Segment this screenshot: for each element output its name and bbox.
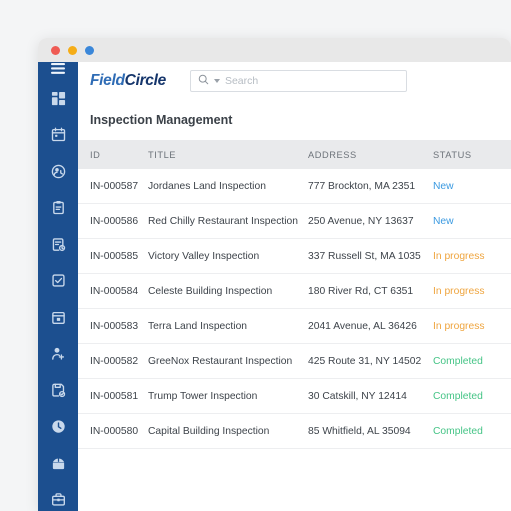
checkbox-icon <box>51 273 66 288</box>
logo-text-field: Field <box>90 72 125 89</box>
cell-id: IN-000583 <box>78 308 148 344</box>
chevron-down-icon[interactable] <box>213 79 220 83</box>
cell-id: IN-000587 <box>78 169 148 204</box>
sidebar-item-inspections[interactable] <box>38 263 78 300</box>
cell-id: IN-000585 <box>78 238 148 274</box>
sidebar-item-assets[interactable] <box>38 482 78 511</box>
cell-id: IN-000581 <box>78 378 148 414</box>
cell-status[interactable]: Completed <box>433 343 511 379</box>
sidebar-item-schedule[interactable] <box>38 153 78 190</box>
maximize-window-dot[interactable] <box>85 45 94 55</box>
cell-id: IN-000584 <box>78 273 148 309</box>
clock-icon <box>51 419 66 434</box>
calendar-box-icon <box>51 310 66 325</box>
cell-title: Victory Valley Inspection <box>148 238 308 274</box>
table-row[interactable]: IN-000581 Trump Tower Inspection 30 Catski… <box>78 378 511 414</box>
cell-title: Capital Building Inspection <box>148 413 308 449</box>
cell-address: 337 Russell St, MA 1035 <box>308 238 433 274</box>
table-row[interactable]: IN-000583 Terra Land Inspection 2041 Avenu… <box>78 308 511 344</box>
window-titlebar <box>38 38 511 62</box>
cell-status[interactable]: Completed <box>433 413 511 449</box>
cell-status[interactable]: New <box>433 169 511 204</box>
sidebar-item-timesheets[interactable] <box>38 409 78 446</box>
window-body: FieldCircle Inspection Management <box>38 62 511 511</box>
dashboard-grid-icon <box>51 91 66 106</box>
column-header-status[interactable]: STATUS <box>433 140 511 169</box>
sidebar-item-inventory[interactable] <box>38 445 78 482</box>
top-bar: FieldCircle <box>78 62 511 100</box>
cell-title: Celeste Building Inspection <box>148 273 308 309</box>
clipboard-icon <box>51 200 66 215</box>
cell-status[interactable]: Completed <box>433 378 511 414</box>
cell-address: 425 Route 31, NY 14502 <box>308 343 433 379</box>
cell-address: 30 Catskill, NY 12414 <box>308 378 433 414</box>
close-window-dot[interactable] <box>51 45 60 55</box>
column-header-id[interactable]: ID <box>78 140 148 169</box>
cell-id: IN-000586 <box>78 203 148 239</box>
cell-title: Jordanes Land Inspection <box>148 169 308 204</box>
main-content: FieldCircle Inspection Management <box>78 62 511 511</box>
cell-address: 85 Whitfield, AL 35094 <box>308 413 433 449</box>
hamburger-menu-icon <box>50 62 66 80</box>
cell-status[interactable]: New <box>433 203 511 239</box>
cell-title: GreeNox Restaurant Inspection <box>148 343 308 379</box>
logo-text-circle: Circle <box>124 72 167 89</box>
cell-address: 2041 Avenue, AL 36426 <box>308 308 433 344</box>
inspection-table-container: ID TITLE ADDRESS STATUS IN-000587 Jordane… <box>78 140 511 511</box>
sidebar-item-calendar[interactable] <box>38 117 78 154</box>
calendar-icon <box>51 127 66 142</box>
cell-title: Red Chilly Restaurant Inspection <box>148 203 308 239</box>
search-icon <box>198 72 209 90</box>
cell-status[interactable]: In progress <box>433 238 511 274</box>
table-body: IN-000587 Jordanes Land Inspection 777 Bro… <box>78 169 511 449</box>
cell-status[interactable]: In progress <box>433 273 511 309</box>
cell-id: IN-000582 <box>78 343 148 379</box>
table-header-row: ID TITLE ADDRESS STATUS <box>78 140 511 169</box>
column-header-address[interactable]: ADDRESS <box>308 140 433 169</box>
search-input[interactable] <box>224 75 399 87</box>
sidebar-item-work-orders[interactable] <box>38 190 78 227</box>
table-row[interactable]: IN-000586 Red Chilly Restaurant Inspectio… <box>78 203 511 239</box>
app-window: FieldCircle Inspection Management <box>38 38 511 511</box>
cell-status[interactable]: In progress <box>433 308 511 344</box>
page-title: Inspection Management <box>90 113 233 127</box>
cell-address: 250 Avenue, NY 13637 <box>308 203 433 239</box>
column-header-title[interactable]: TITLE <box>148 140 308 169</box>
clipboard-clock-icon <box>51 237 66 252</box>
cell-title: Trump Tower Inspection <box>148 378 308 414</box>
table-row[interactable]: IN-000580 Capital Building Inspection 85 W… <box>78 413 511 449</box>
search-bar[interactable] <box>189 70 407 92</box>
sidebar <box>38 62 78 511</box>
box-icon <box>51 456 66 471</box>
toolbox-icon <box>51 492 66 507</box>
cell-title: Terra Land Inspection <box>148 308 308 344</box>
table-row[interactable]: IN-000585 Victory Valley Inspection 337 Ru… <box>78 238 511 274</box>
sidebar-item-customers[interactable] <box>38 336 78 373</box>
sidebar-item-quotes[interactable] <box>38 372 78 409</box>
sidebar-item-requests[interactable] <box>38 226 78 263</box>
save-check-icon <box>51 383 66 398</box>
app-logo[interactable]: FieldCircle <box>90 72 166 90</box>
cell-address: 180 River Rd, CT 6351 <box>308 273 433 309</box>
sidebar-toggle-button[interactable] <box>38 62 78 80</box>
cell-id: IN-000580 <box>78 413 148 449</box>
table-row[interactable]: IN-000584 Celeste Building Inspection 180 … <box>78 273 511 309</box>
inspection-table: ID TITLE ADDRESS STATUS IN-000587 Jordane… <box>78 140 511 449</box>
sidebar-item-dashboard[interactable] <box>38 80 78 117</box>
user-clock-icon <box>51 164 66 179</box>
minimize-window-dot[interactable] <box>68 45 77 55</box>
table-header: ID TITLE ADDRESS STATUS <box>78 140 511 169</box>
table-row[interactable]: IN-000587 Jordanes Land Inspection 777 Bro… <box>78 169 511 204</box>
user-add-icon <box>51 346 66 361</box>
sidebar-item-jobs[interactable] <box>38 299 78 336</box>
table-row[interactable]: IN-000582 GreeNox Restaurant Inspection 42… <box>78 343 511 379</box>
cell-address: 777 Brockton, MA 2351 <box>308 169 433 204</box>
